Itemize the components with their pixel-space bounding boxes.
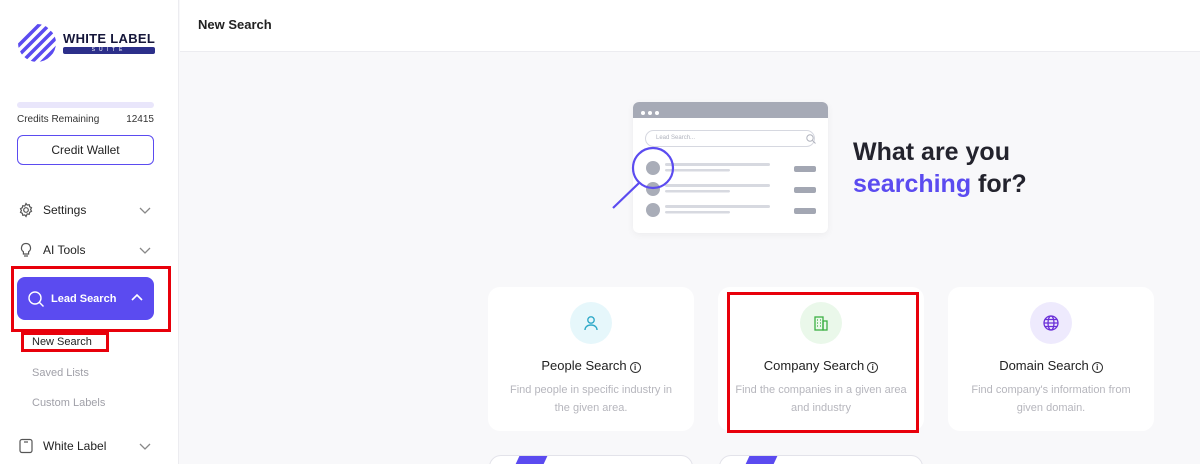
card-tag xyxy=(514,456,550,464)
brand-name: WHITE LABEL xyxy=(63,31,156,46)
chevron-down-icon xyxy=(139,207,151,214)
sidebar-item-label: AI Tools xyxy=(43,243,86,257)
card-description: Find people in specific industry in the … xyxy=(509,384,673,414)
sidebar-item-white-label[interactable]: White Label xyxy=(17,434,154,458)
credits-label: Credits Remaining xyxy=(17,114,100,125)
card-people-search[interactable]: People Search i Find people in specific i… xyxy=(488,287,694,431)
card-tag xyxy=(744,456,780,464)
hero-heading: What are you searching for? xyxy=(853,136,1027,200)
magnifier-icon xyxy=(612,146,675,209)
card-title: Domain Search i xyxy=(948,358,1154,373)
hero-line2-rest: for? xyxy=(971,170,1027,198)
logo[interactable]: WHITE LABEL SUITE xyxy=(17,22,157,64)
top-header: New Search xyxy=(180,0,1200,52)
search-icon xyxy=(806,134,816,144)
sidebar-subitem-custom-labels[interactable]: Custom Labels xyxy=(32,397,105,409)
sidebar-item-settings[interactable]: Settings xyxy=(17,198,154,222)
highlight-box-company-search xyxy=(727,292,919,433)
highlight-box-new-search xyxy=(21,332,109,352)
chevron-down-icon xyxy=(139,247,151,254)
page-title: New Search xyxy=(198,17,272,32)
info-icon[interactable]: i xyxy=(1091,362,1103,373)
window-bar xyxy=(633,102,828,118)
sidebar-item-label: White Label xyxy=(43,439,107,453)
globe-icon xyxy=(1030,302,1072,344)
card-title: People Search i xyxy=(488,358,694,373)
sidebar-item-ai-tools[interactable]: AI Tools xyxy=(17,238,154,262)
credits-progress-bar xyxy=(17,102,154,108)
lightbulb-icon xyxy=(17,241,35,259)
info-icon[interactable]: i xyxy=(629,362,641,373)
chevron-down-icon xyxy=(139,443,151,450)
gear-icon xyxy=(17,201,35,219)
credits-value: 12415 xyxy=(126,114,154,125)
hero-line1: What are you xyxy=(853,138,1010,166)
highlight-box-lead-search xyxy=(11,266,171,332)
credits-row: Credits Remaining 12415 xyxy=(17,114,154,125)
card-domain-search[interactable]: Domain Search i Find company's informatio… xyxy=(948,287,1154,431)
sidebar-subitem-saved-lists[interactable]: Saved Lists xyxy=(32,367,89,379)
card-partial[interactable] xyxy=(719,455,923,464)
brand-suite: SUITE xyxy=(63,47,155,54)
hero-line2: searching for? xyxy=(853,168,1027,200)
tablet-icon xyxy=(17,437,35,455)
person-icon xyxy=(570,302,612,344)
sidebar: WHITE LABEL SUITE Credits Remaining 1241… xyxy=(0,0,179,464)
hero-accent-word: searching xyxy=(853,170,972,198)
credit-wallet-button[interactable]: Credit Wallet xyxy=(17,135,154,165)
card-partial[interactable] xyxy=(489,455,693,464)
logo-mark-icon xyxy=(18,24,56,62)
sidebar-item-label: Settings xyxy=(43,203,87,217)
card-description: Find company's information from given do… xyxy=(971,384,1131,414)
